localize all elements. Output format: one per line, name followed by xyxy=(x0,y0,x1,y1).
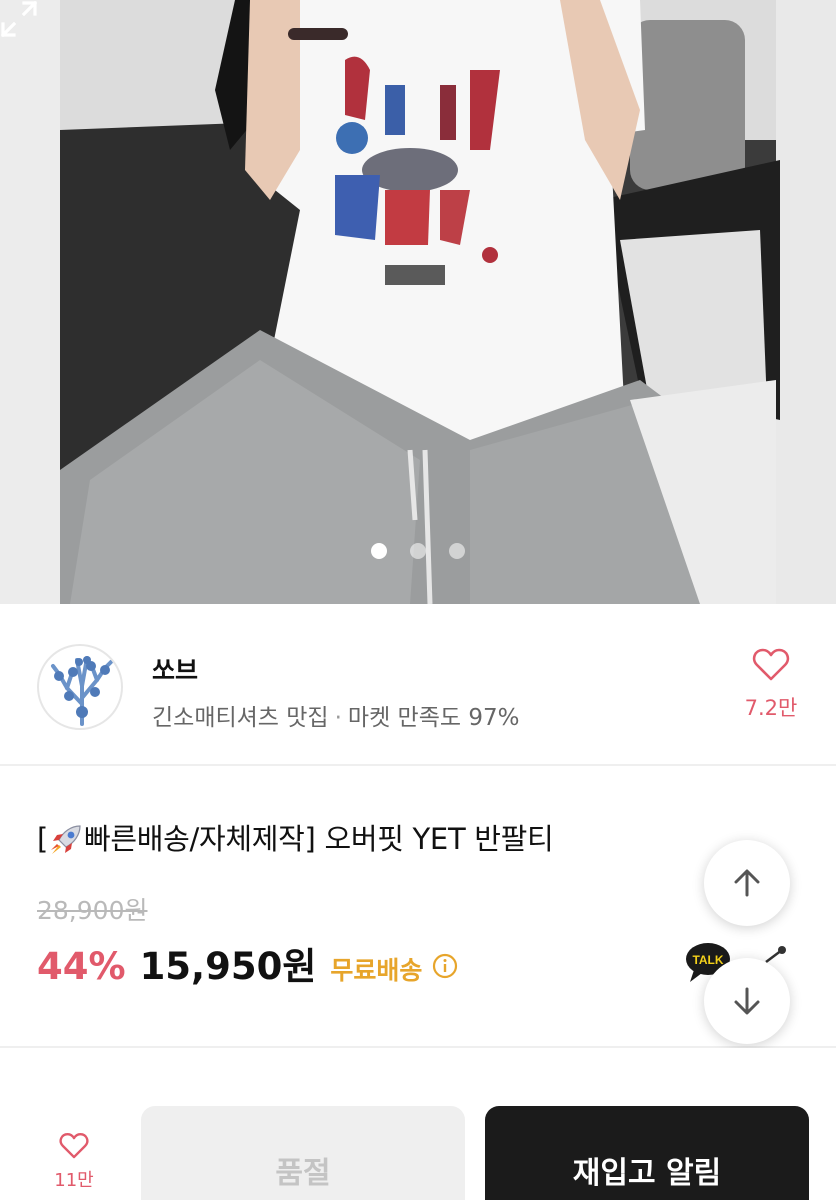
seller-section[interactable]: 쏘브 긴소매티셔츠 맛집 · 마켓 만족도 97% 7.2만 xyxy=(0,604,836,766)
title-text: 빠른배송/자체제작] 오버핏 YET 반팔티 xyxy=(84,822,554,856)
heart-icon xyxy=(752,648,790,681)
scroll-up-button[interactable] xyxy=(704,840,790,926)
free-shipping-badge: 무료배송 xyxy=(330,956,423,985)
arrow-up-icon xyxy=(734,869,760,897)
expand-icon[interactable] xyxy=(0,0,38,38)
info-icon[interactable] xyxy=(432,953,458,979)
coral-logo xyxy=(51,656,113,726)
product-photo xyxy=(0,0,836,604)
scroll-down-button[interactable] xyxy=(704,958,790,1044)
product-like-button[interactable]: 11만 xyxy=(50,1132,98,1192)
seller-name[interactable]: 쏘브 xyxy=(152,651,198,687)
heart-icon xyxy=(59,1132,89,1159)
soldout-button[interactable]: 품절 xyxy=(141,1106,465,1200)
product-like-count: 11만 xyxy=(54,1170,94,1191)
original-price: 28,900원 xyxy=(37,896,148,925)
restock-alert-button[interactable]: 재입고 알림 xyxy=(485,1106,809,1200)
gallery-dot-1[interactable] xyxy=(371,543,387,559)
gallery-dot-3[interactable] xyxy=(449,543,465,559)
seller-description: 긴소매티셔츠 맛집 · 마켓 만족도 97% xyxy=(152,698,519,732)
title-prefix: [ xyxy=(37,822,49,856)
talk-label: TALK xyxy=(692,953,723,967)
discount-rate: 44% xyxy=(37,945,126,988)
arrow-down-icon xyxy=(734,987,760,1015)
rocket-icon xyxy=(51,825,81,854)
seller-satisfaction: 마켓 만족도 97% xyxy=(347,705,520,731)
bottom-action-bar: 11만 품절 재입고 알림 xyxy=(0,1048,836,1200)
gallery-dot-2[interactable] xyxy=(410,543,426,559)
product-image-gallery[interactable] xyxy=(0,0,836,604)
seller-tagline: 긴소매티셔츠 맛집 xyxy=(152,705,329,731)
product-title: [ 빠른배송/자체제작] 오버핏 YET 반팔티 xyxy=(37,816,554,858)
seller-like-count: 7.2만 xyxy=(744,696,798,720)
seller-avatar[interactable] xyxy=(37,644,123,730)
gallery-pagination xyxy=(0,543,836,559)
price-row: 44% 15,950원 무료배송 xyxy=(37,936,458,990)
seller-like-button[interactable]: 7.2만 xyxy=(738,648,804,722)
separator-dot: · xyxy=(334,705,342,731)
sale-price: 15,950원 xyxy=(139,945,317,988)
